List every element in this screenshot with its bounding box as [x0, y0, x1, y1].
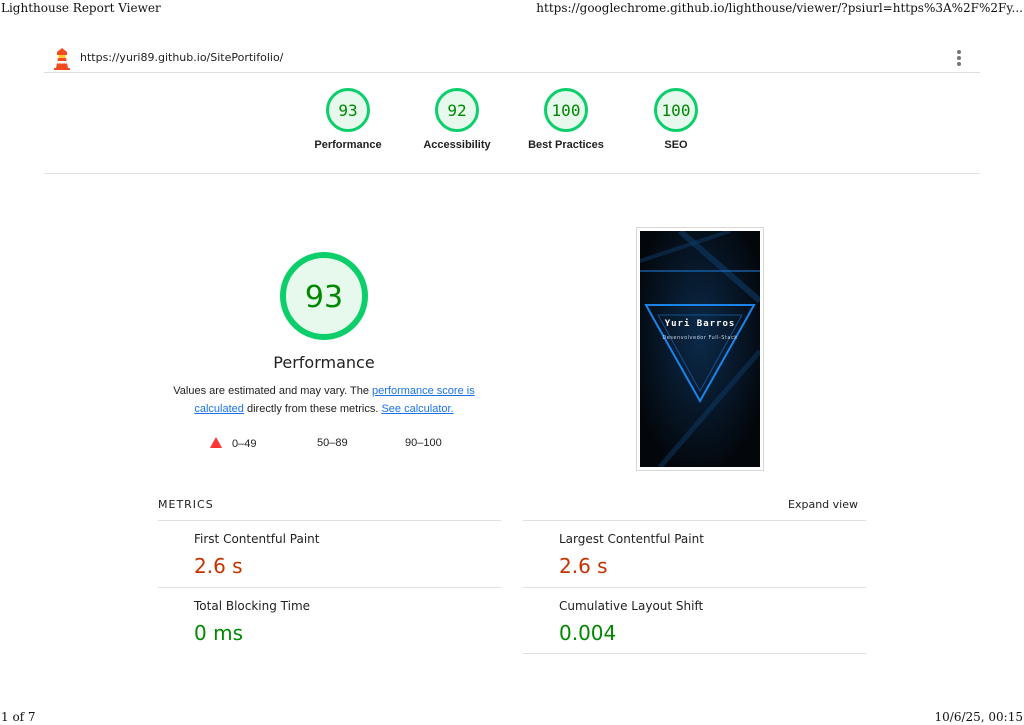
- see-calculator-link[interactable]: See calculator.: [381, 403, 453, 415]
- legend-average-range: 50–89: [317, 437, 348, 449]
- gauge-score: 92: [447, 101, 466, 120]
- print-datetime: 10/6/25, 00:15: [934, 710, 1023, 724]
- gauge-accessibility[interactable]: 92 Accessibility: [402, 87, 512, 151]
- print-header-url: https://googlechrome.github.io/lighthous…: [536, 1, 1023, 15]
- legend-fail: 0–49: [210, 437, 256, 451]
- legend-pass-range: 90–100: [405, 437, 442, 449]
- metric-largest-contentful-paint: Largest Contentful Paint 2.6 s: [523, 520, 866, 587]
- metrics-heading: METRICS: [158, 498, 214, 511]
- lighthouse-icon: [53, 48, 71, 70]
- metric-value: 0.004: [559, 621, 617, 645]
- gauge-label: Accessibility: [423, 139, 491, 151]
- expand-view-button[interactable]: Expand view: [788, 498, 858, 511]
- metric-label: Largest Contentful Paint: [559, 532, 704, 546]
- gauge-score: 93: [338, 101, 357, 120]
- print-header-title: Lighthouse Report Viewer: [1, 1, 161, 15]
- gauge-ring: 100: [544, 88, 588, 132]
- performance-description: Values are estimated and may vary. The p…: [166, 382, 482, 418]
- description-text: directly from these metrics.: [243, 403, 382, 415]
- performance-gauge: 93: [280, 252, 368, 340]
- screenshot-background: [640, 231, 760, 467]
- metric-cumulative-layout-shift: Cumulative Layout Shift 0.004: [523, 587, 866, 654]
- page-number: 1 of 7: [1, 710, 36, 724]
- metric-value: 2.6 s: [194, 554, 243, 578]
- metric-value: 0 ms: [194, 621, 243, 645]
- metric-first-contentful-paint: First Contentful Paint 2.6 s: [158, 520, 501, 587]
- gauge-best-practices[interactable]: 100 Best Practices: [511, 87, 621, 151]
- metric-value: 2.6 s: [559, 554, 608, 578]
- metric-label: Total Blocking Time: [194, 599, 311, 613]
- gauge-ring: 92: [435, 88, 479, 132]
- metric-total-blocking-time: Total Blocking Time 0 ms: [158, 587, 501, 654]
- gauge-score: 100: [662, 101, 691, 120]
- performance-score: 93: [305, 280, 343, 315]
- screenshot-title: Yuri Barros: [664, 319, 736, 329]
- performance-title: Performance: [273, 353, 375, 372]
- gauge-performance[interactable]: 93 Performance: [293, 87, 403, 151]
- print-footer: 1 of 7 10/6/25, 00:15: [0, 709, 1024, 725]
- vertical-ellipsis-icon[interactable]: [956, 50, 962, 68]
- gauge-label: SEO: [664, 139, 688, 151]
- description-text: Values are estimated and may vary. The: [173, 385, 372, 397]
- gauge-ring: 93: [326, 88, 370, 132]
- screenshot-image: Yuri Barros Desenvolvedor Full-Stack: [640, 231, 760, 467]
- fail-triangle-icon: [210, 437, 222, 448]
- metric-label: First Contentful Paint: [194, 532, 320, 546]
- gauge-label: Performance: [314, 139, 382, 151]
- gauge-seo[interactable]: 100 SEO: [621, 87, 731, 151]
- gauge-ring: 100: [654, 88, 698, 132]
- legend-average: 50–89: [317, 437, 348, 451]
- screenshot-subtitle: Desenvolvedor Full-Stack: [662, 335, 738, 341]
- metrics-header: METRICS Expand view: [158, 498, 866, 520]
- gauge-label: Best Practices: [528, 139, 604, 151]
- metric-label: Cumulative Layout Shift: [559, 599, 704, 613]
- category-gauges: 93 Performance 92 Accessibility 100 Best…: [44, 73, 980, 174]
- print-header: Lighthouse Report Viewer https://googlec…: [0, 0, 1024, 16]
- legend-fail-range: 0–49: [232, 438, 257, 450]
- final-screenshot[interactable]: Yuri Barros Desenvolvedor Full-Stack: [636, 227, 764, 471]
- gauge-score: 100: [552, 101, 581, 120]
- legend-pass: 90–100: [405, 437, 442, 451]
- report-url[interactable]: https://yuri89.github.io/SitePortifolio/: [80, 51, 283, 64]
- report-topbar: https://yuri89.github.io/SitePortifolio/: [44, 44, 980, 73]
